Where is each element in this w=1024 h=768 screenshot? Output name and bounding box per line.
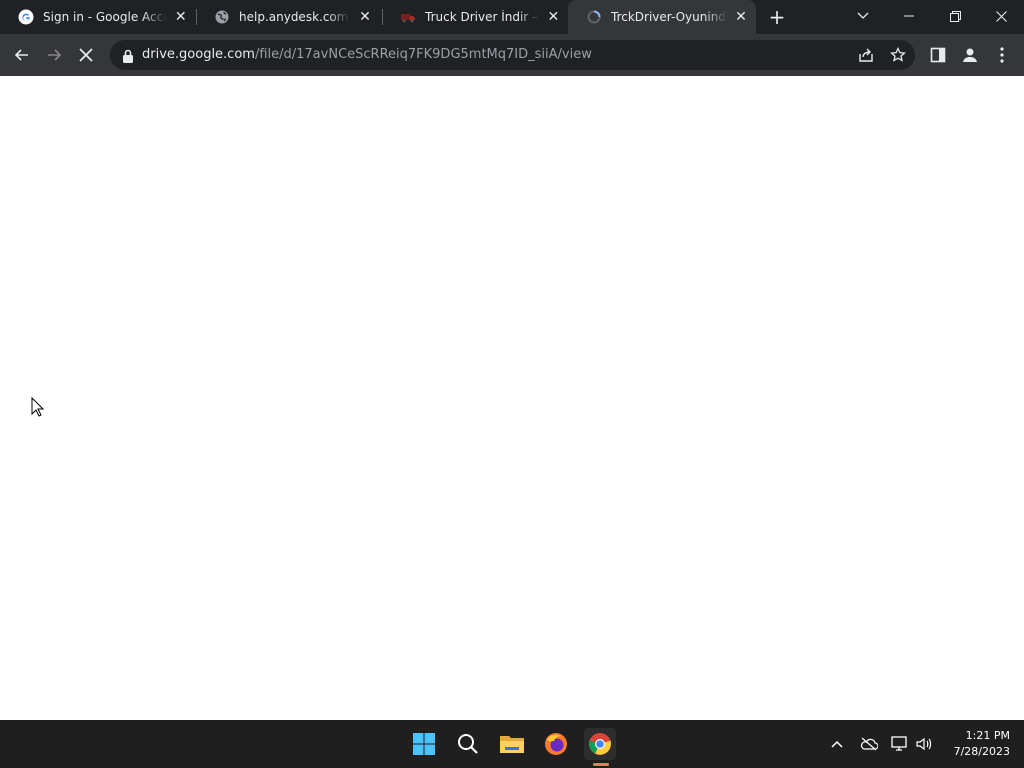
close-icon[interactable]: ✕ <box>547 8 560 26</box>
mouse-cursor-icon <box>31 396 45 421</box>
minimize-icon[interactable] <box>886 0 932 32</box>
loading-icon <box>586 9 602 25</box>
tab-label: Sign in - Google Accounts <box>43 10 168 24</box>
onedrive-offline-icon[interactable] <box>859 734 879 754</box>
side-panel-icon[interactable] <box>924 41 952 69</box>
tab-label: help.anydesk.com <box>239 10 349 24</box>
chevron-up-icon[interactable] <box>827 734 847 754</box>
globe-icon <box>214 9 230 25</box>
file-explorer-icon[interactable] <box>496 728 528 760</box>
share-icon[interactable] <box>856 45 876 65</box>
forward-icon[interactable] <box>40 41 68 69</box>
tab-strip: Sign in - Google Accounts ✕ help.anydesk… <box>0 0 1024 34</box>
url-path: /file/d/17avNCeScRReiq7FK9DG5mtMq7ID_sii… <box>254 47 592 62</box>
restore-icon[interactable] <box>932 0 978 32</box>
firefox-icon[interactable] <box>540 728 572 760</box>
google-icon <box>18 9 34 25</box>
windows-taskbar: 1:21 PM 7/28/2023 <box>0 720 1024 768</box>
tab-truck-driver[interactable]: Truck Driver İndir – Full PC ✕ <box>382 0 568 34</box>
clock-date: 7/28/2023 <box>953 745 1010 758</box>
close-icon[interactable]: ✕ <box>356 8 374 26</box>
lock-icon[interactable] <box>122 48 134 63</box>
truck-icon <box>400 9 416 25</box>
chrome-icon[interactable] <box>584 728 616 760</box>
url-text[interactable]: drive.google.com/file/d/17avNCeScRReiq7F… <box>142 47 592 62</box>
browser-chrome: Sign in - Google Accounts ✕ help.anydesk… <box>0 0 1024 76</box>
bookmark-star-icon[interactable] <box>888 45 908 65</box>
menu-kebab-icon[interactable] <box>988 41 1016 69</box>
close-icon[interactable]: ✕ <box>173 8 188 26</box>
active-app-indicator <box>593 763 609 766</box>
close-icon[interactable]: ✕ <box>734 8 748 26</box>
address-bar[interactable]: drive.google.com/file/d/17avNCeScRReiq7F… <box>110 40 915 70</box>
windows-start-icon[interactable] <box>408 728 440 760</box>
search-icon[interactable] <box>452 728 484 760</box>
tab-trckdriver-active[interactable]: TrckDriver-Oyunindir.club ✕ <box>568 0 756 34</box>
stop-loading-icon[interactable] <box>72 41 100 69</box>
profile-icon[interactable] <box>956 41 984 69</box>
tab-search-chevron-icon[interactable] <box>840 0 886 32</box>
url-host: drive.google.com <box>142 47 255 62</box>
network-icon[interactable] <box>890 734 910 754</box>
tab-label: TrckDriver-Oyunindir.club <box>611 10 729 24</box>
tab-google-signin[interactable]: Sign in - Google Accounts ✕ <box>0 0 196 34</box>
page-content[interactable] <box>0 76 1024 720</box>
back-icon[interactable] <box>8 41 36 69</box>
browser-toolbar: drive.google.com/file/d/17avNCeScRReiq7F… <box>0 34 1024 76</box>
tab-label: Truck Driver İndir – Full PC <box>425 10 541 24</box>
new-tab-icon[interactable]: + <box>766 5 788 29</box>
clock-time: 1:21 PM <box>965 729 1010 742</box>
close-window-icon[interactable] <box>978 0 1024 32</box>
tab-anydesk[interactable]: help.anydesk.com ✕ <box>196 0 382 34</box>
system-clock[interactable]: 1:21 PM 7/28/2023 <box>940 728 1010 760</box>
volume-icon[interactable] <box>914 734 934 754</box>
